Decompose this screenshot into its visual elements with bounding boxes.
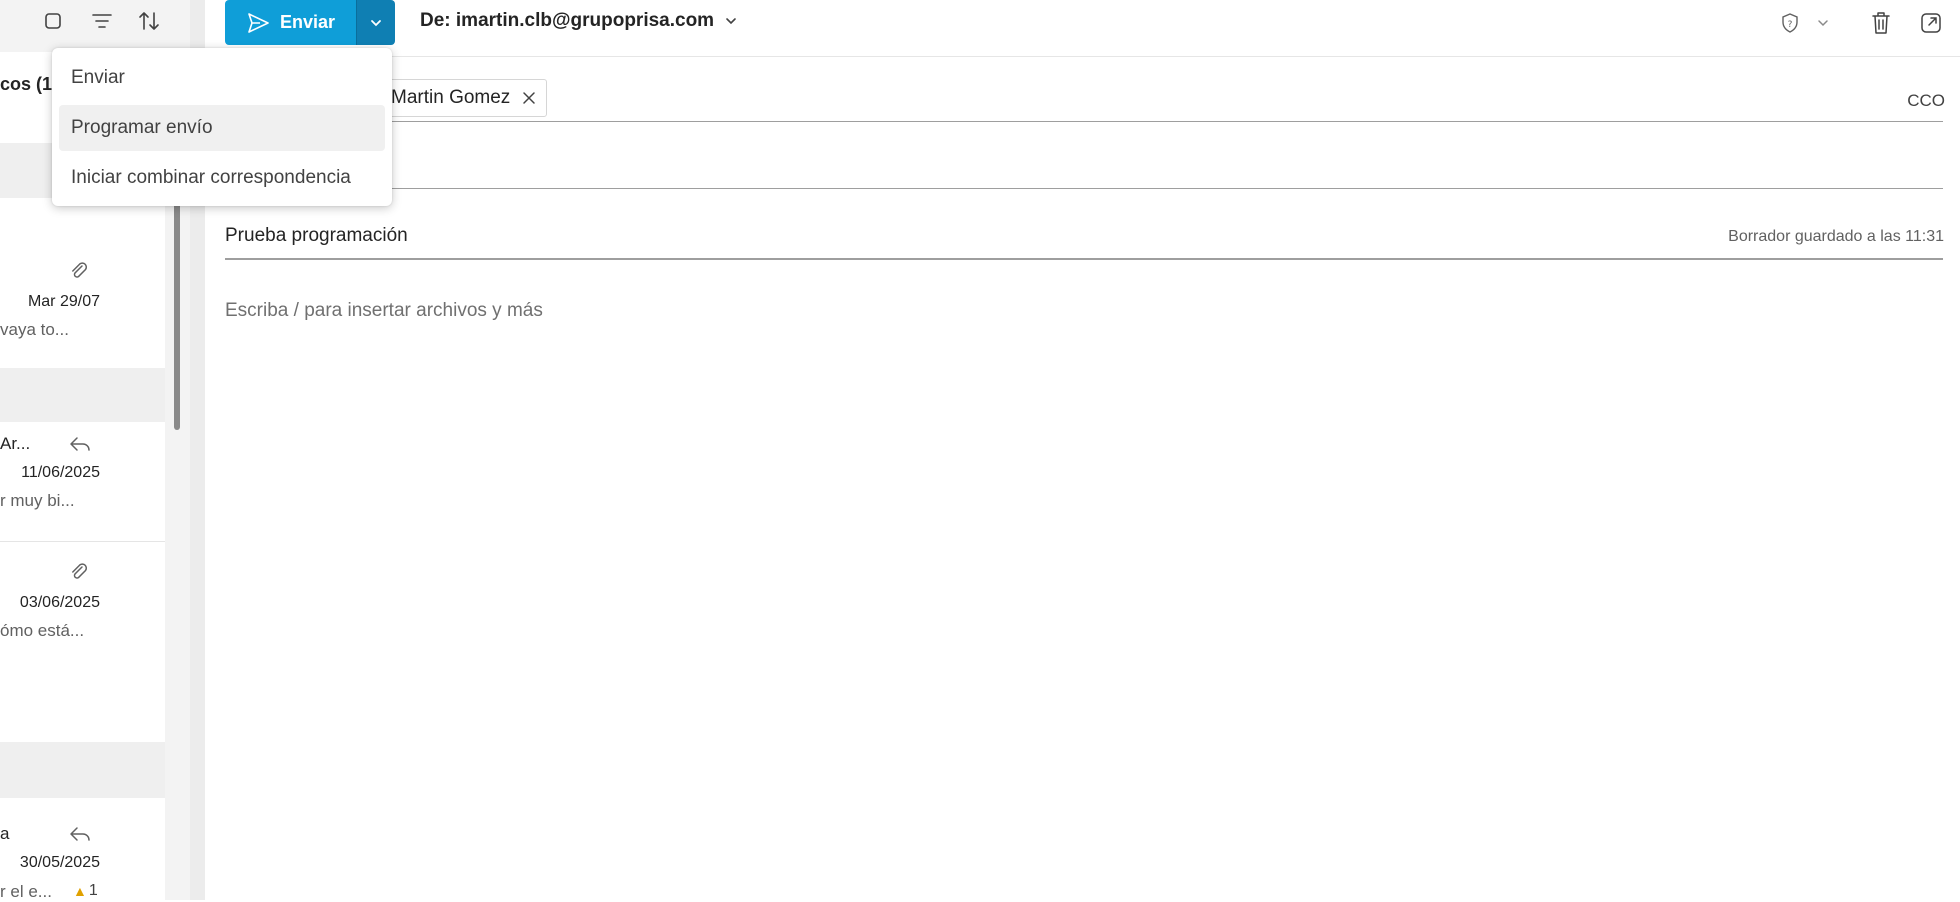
- from-label: De: imartin.clb@grupoprisa.com: [420, 10, 715, 31]
- cc-field-underline: [225, 188, 1943, 189]
- cco-button[interactable]: CCO: [1907, 91, 1945, 111]
- send-button-label: Enviar: [279, 12, 336, 32]
- message-date: Mar 29/07: [27, 293, 100, 310]
- list-scrollbar[interactable]: [174, 200, 180, 430]
- paperclip-icon: [67, 561, 91, 585]
- menu-item-send[interactable]: Enviar: [59, 55, 385, 101]
- menu-item-mail-merge[interactable]: Iniciar combinar correspondencia: [59, 155, 385, 201]
- recipient-name: Martin Gomez: [391, 87, 511, 108]
- draft-status: Borrador guardado a las 11:31: [1728, 228, 1944, 245]
- send-button[interactable]: Enviar: [225, 0, 356, 45]
- message-date: 11/06/2025: [21, 464, 100, 481]
- reply-icon: [68, 432, 92, 456]
- send-icon: [246, 12, 270, 34]
- close-icon[interactable]: [522, 91, 536, 105]
- from-selector[interactable]: De: imartin.clb@grupoprisa.com: [420, 10, 738, 32]
- message-preview: ómo está...: [0, 621, 85, 640]
- message-date: 03/06/2025: [19, 594, 100, 611]
- send-options-button[interactable]: [356, 0, 395, 45]
- list-item[interactable]: 03/06/2025 ómo está...: [0, 542, 165, 742]
- chevron-down-icon: [369, 18, 383, 28]
- folder-label[interactable]: cos (1): [0, 74, 58, 95]
- chevron-down-icon[interactable]: [1808, 8, 1838, 38]
- send-options-menu: Enviar Programar envío Iniciar combinar …: [52, 48, 392, 206]
- pop-out-icon[interactable]: [1916, 8, 1946, 38]
- paperclip-icon: [67, 260, 91, 284]
- message-body-input[interactable]: Escriba / para insertar archivos y más: [225, 300, 543, 322]
- group-header: [0, 742, 165, 798]
- subject-underline: [225, 258, 1943, 260]
- svg-text:?: ?: [1788, 20, 1793, 30]
- group-header: [0, 368, 165, 422]
- message-preview: r el e...: [0, 882, 52, 901]
- message-subject: Ar...: [0, 434, 31, 453]
- message-date: 30/05/2025: [19, 854, 100, 871]
- list-item[interactable]: Ar... 11/06/2025 r muy bi...: [0, 422, 165, 540]
- recipient-chip[interactable]: Martin Gomez: [382, 79, 548, 117]
- message-subject: a: [0, 824, 10, 843]
- toolbar-divider: [205, 56, 1960, 57]
- list-item[interactable]: a 30/05/2025 r el e... ▲ 1: [0, 798, 165, 901]
- chevron-down-icon: [724, 16, 738, 26]
- thumbs-up-icon: ▲: [73, 883, 87, 899]
- filter-icon[interactable]: [87, 6, 117, 36]
- message-preview: vaya to...: [0, 320, 69, 339]
- sort-icon[interactable]: [134, 6, 164, 36]
- select-checkbox-icon[interactable]: [38, 6, 68, 36]
- subject-field[interactable]: Prueba programación: [225, 225, 408, 247]
- menu-item-schedule-send[interactable]: Programar envío: [59, 105, 385, 151]
- reaction-count: 1: [88, 882, 98, 899]
- trash-icon[interactable]: [1866, 8, 1896, 38]
- sensitivity-shield-icon[interactable]: ?: [1775, 8, 1805, 38]
- to-field-underline: [225, 121, 1943, 122]
- reply-icon: [68, 822, 92, 846]
- send-button-group: Enviar: [225, 0, 395, 45]
- reaction-badge[interactable]: ▲ 1: [73, 882, 98, 900]
- message-preview: r muy bi...: [0, 491, 75, 510]
